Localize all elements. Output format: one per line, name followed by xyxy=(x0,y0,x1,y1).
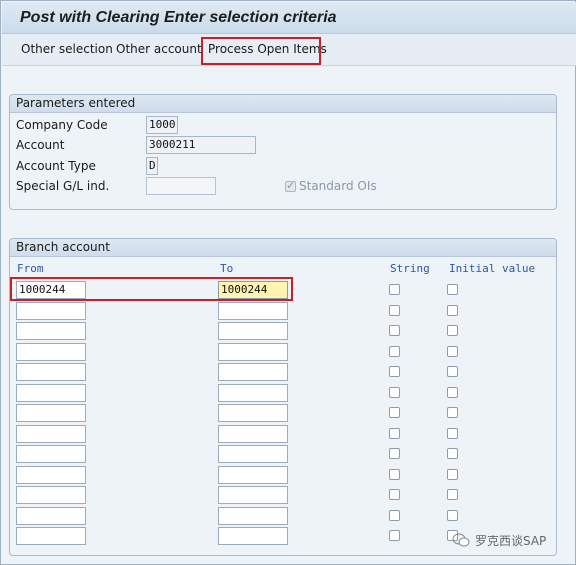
initial-value-checkbox[interactable] xyxy=(447,387,458,398)
string-checkbox[interactable] xyxy=(389,284,400,295)
initial-value-checkbox[interactable] xyxy=(447,284,458,295)
string-checkbox[interactable] xyxy=(389,387,400,398)
company-code-field[interactable]: 1000 xyxy=(146,116,178,134)
branch-to-field[interactable] xyxy=(218,527,288,545)
wechat-icon xyxy=(452,533,470,547)
account-label: Account xyxy=(16,138,65,152)
standard-ois-checkbox[interactable] xyxy=(285,179,296,192)
branch-from-field[interactable] xyxy=(16,322,86,340)
special-gl-label: Special G/L ind. xyxy=(16,179,110,193)
branch-from-field[interactable] xyxy=(16,486,86,504)
initial-value-checkbox[interactable] xyxy=(447,305,458,316)
branch-to-field[interactable] xyxy=(218,363,288,381)
watermark-text: 罗克西谈SAP xyxy=(475,534,547,548)
branch-from-field[interactable] xyxy=(16,507,86,525)
string-checkbox[interactable] xyxy=(389,448,400,459)
title-bar: Post with Clearing Enter selection crite… xyxy=(2,2,576,34)
col-string-header: String xyxy=(390,262,430,275)
branch-from-field[interactable] xyxy=(16,445,86,463)
branch-to-field[interactable] xyxy=(218,343,288,361)
string-checkbox[interactable] xyxy=(389,489,400,500)
branch-to-field[interactable] xyxy=(218,507,288,525)
branch-to-field[interactable] xyxy=(218,425,288,443)
initial-value-checkbox[interactable] xyxy=(447,428,458,439)
page-title: Post with Clearing Enter selection crite… xyxy=(20,9,337,26)
first-row-highlight xyxy=(10,277,293,301)
branch-to-field[interactable] xyxy=(218,384,288,402)
string-checkbox[interactable] xyxy=(389,305,400,316)
initial-value-checkbox[interactable] xyxy=(447,510,458,521)
string-checkbox[interactable] xyxy=(389,428,400,439)
standard-ois-label: Standard OIs xyxy=(299,179,377,193)
other-selection-button[interactable]: Other selection xyxy=(21,42,113,56)
col-from-header: From xyxy=(17,262,44,275)
branch-to-field[interactable] xyxy=(218,445,288,463)
initial-value-checkbox[interactable] xyxy=(447,469,458,480)
branch-from-field[interactable] xyxy=(16,384,86,402)
branch-from-field[interactable] xyxy=(16,527,86,545)
string-checkbox[interactable] xyxy=(389,407,400,418)
branch-to-field[interactable] xyxy=(218,322,288,340)
branch-to-field[interactable] xyxy=(218,404,288,422)
string-checkbox[interactable] xyxy=(389,325,400,336)
branch-to-field[interactable] xyxy=(218,486,288,504)
branch-from-field[interactable] xyxy=(16,302,86,320)
account-type-field[interactable]: D xyxy=(146,157,158,175)
company-code-label: Company Code xyxy=(16,118,108,132)
initial-value-checkbox[interactable] xyxy=(447,489,458,500)
string-checkbox[interactable] xyxy=(389,346,400,357)
initial-value-checkbox[interactable] xyxy=(447,325,458,336)
initial-value-checkbox[interactable] xyxy=(447,346,458,357)
string-checkbox[interactable] xyxy=(389,469,400,480)
initial-value-checkbox[interactable] xyxy=(447,407,458,418)
special-gl-field[interactable] xyxy=(146,177,216,195)
account-type-label: Account Type xyxy=(16,159,96,173)
initial-value-checkbox[interactable] xyxy=(447,448,458,459)
parameters-heading: Parameters entered xyxy=(10,95,556,113)
sap-window: Post with Clearing Enter selection crite… xyxy=(0,0,576,565)
branch-from-field[interactable] xyxy=(16,404,86,422)
col-initial-value-header: Initial value xyxy=(449,262,536,275)
string-checkbox[interactable] xyxy=(389,366,400,377)
branch-from-field[interactable] xyxy=(16,466,86,484)
string-checkbox[interactable] xyxy=(389,530,400,541)
branch-heading: Branch account xyxy=(10,239,556,257)
branch-from-field[interactable] xyxy=(16,343,86,361)
string-checkbox[interactable] xyxy=(389,510,400,521)
other-account-button[interactable]: Other account xyxy=(116,42,202,56)
col-to-header: To xyxy=(220,262,234,275)
branch-from-field[interactable] xyxy=(16,363,86,381)
branch-to-field[interactable] xyxy=(218,466,288,484)
branch-to-field[interactable] xyxy=(218,302,288,320)
process-open-items-highlight xyxy=(201,37,321,65)
initial-value-checkbox[interactable] xyxy=(447,366,458,377)
account-field[interactable]: 3000211 xyxy=(146,136,256,154)
branch-from-field[interactable] xyxy=(16,425,86,443)
